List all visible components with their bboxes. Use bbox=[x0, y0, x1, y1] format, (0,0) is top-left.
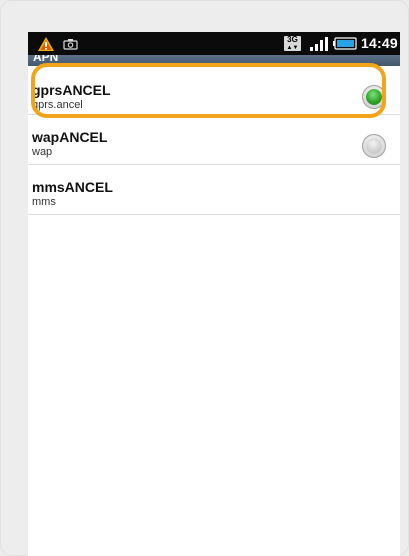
apn-radio-unselected[interactable] bbox=[362, 134, 386, 158]
apn-item-wapancel[interactable]: wapANCEL wap bbox=[28, 115, 400, 165]
signal-icon bbox=[310, 37, 328, 51]
apn-item-value: wap bbox=[32, 146, 53, 158]
apn-item-mmsancel[interactable]: mmsANCEL mms bbox=[28, 165, 400, 215]
selected-apn-highlight bbox=[31, 63, 386, 118]
network-3g-icon: 3G ▲▼ bbox=[284, 36, 301, 51]
apn-item-value: mms bbox=[32, 196, 56, 208]
apn-item-name: wapANCEL bbox=[32, 129, 108, 145]
camera-icon bbox=[63, 39, 78, 50]
apn-item-name: mmsANCEL bbox=[32, 179, 113, 195]
status-bar: 3G ▲▼ 14:49 bbox=[28, 32, 400, 55]
network-type-label: 3G bbox=[287, 35, 298, 44]
warning-icon bbox=[38, 37, 54, 51]
status-time: 14:49 bbox=[361, 35, 398, 51]
battery-icon bbox=[333, 37, 357, 50]
